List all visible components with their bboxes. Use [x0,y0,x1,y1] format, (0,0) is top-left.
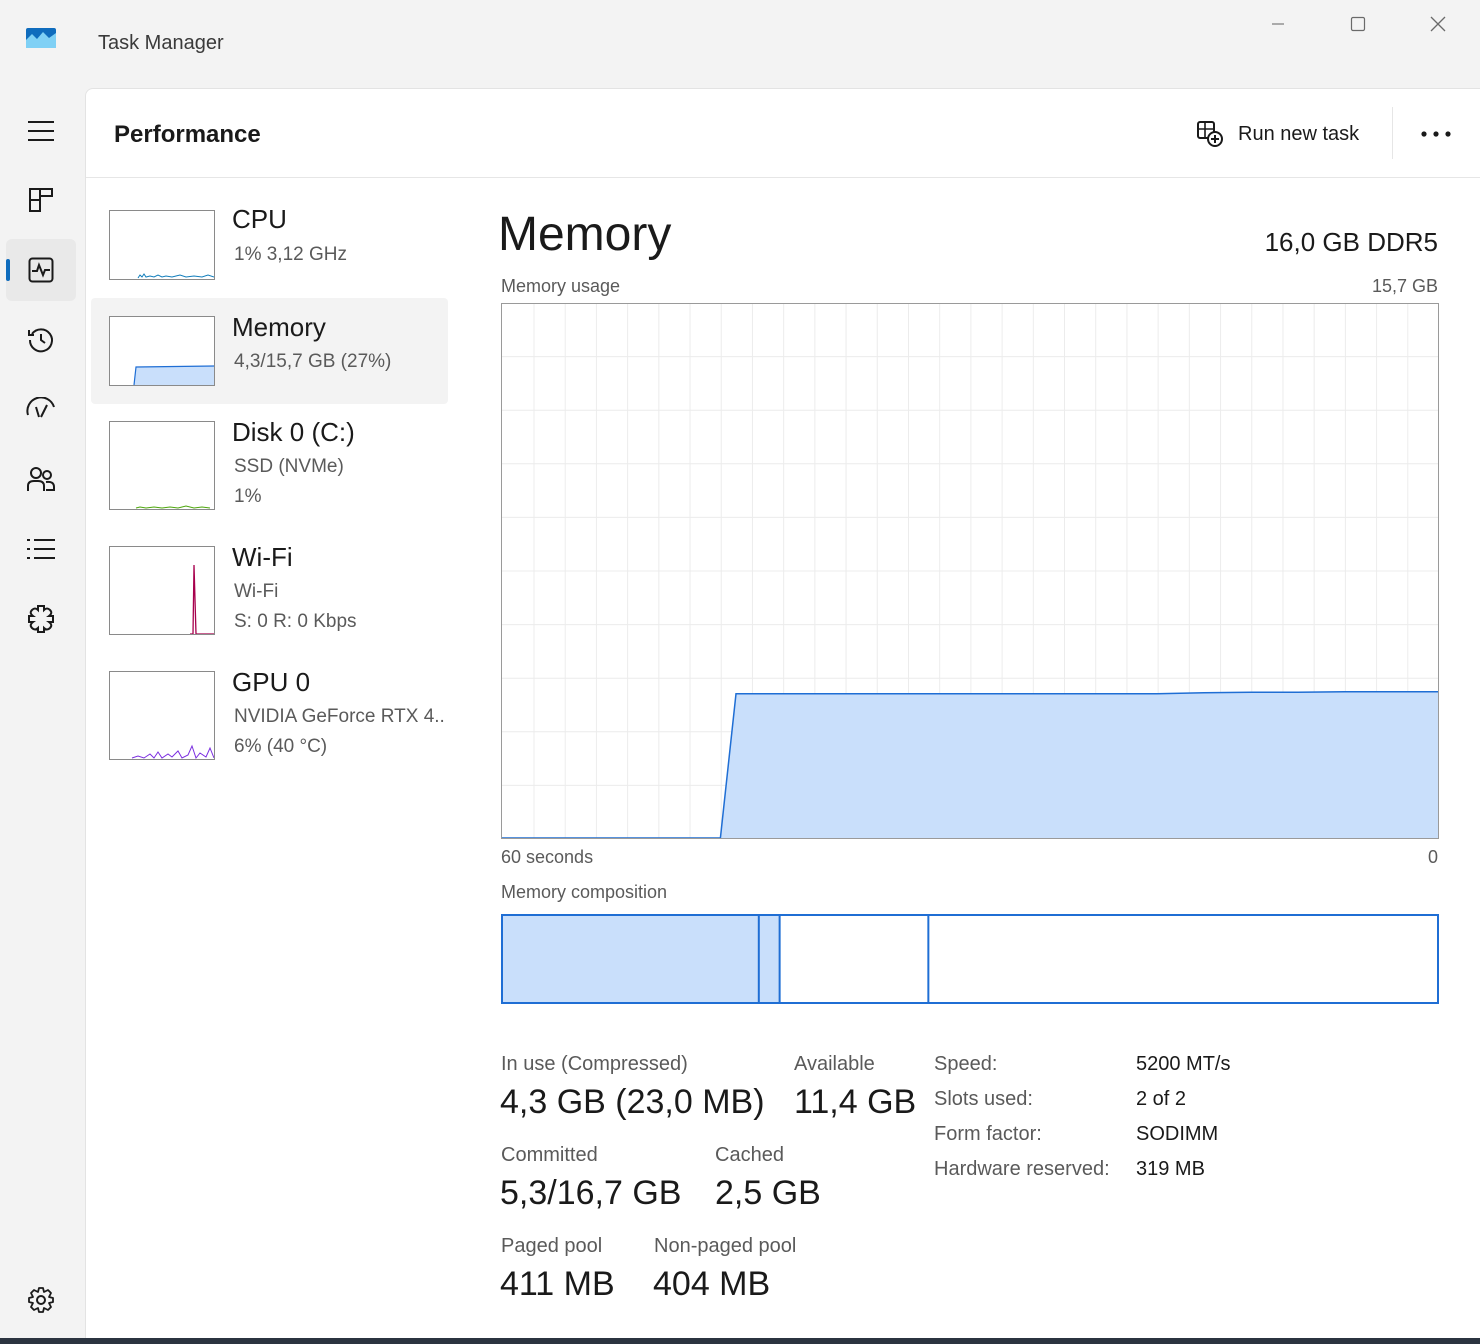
performance-icon [28,257,54,283]
navigation-rail [0,88,84,1344]
desktop-background-strip [0,1338,1480,1344]
maximize-icon [1350,16,1366,32]
spec-speed-value: 5200 MT/s [1136,1053,1231,1075]
resource-name: CPU [232,204,287,234]
resource-detail-secondary: 6% (40 °C) [234,736,328,757]
spec-speed-label: Speed: [934,1053,998,1075]
paged-pool-value: 411 MB [500,1265,615,1303]
committed-label: Committed [501,1144,598,1166]
nav-app-history-button[interactable] [6,309,76,371]
memory-thumbnail-graph [109,316,215,386]
more-icon [1421,131,1451,137]
memory-usage-label: Memory usage [501,276,621,296]
resource-detail: 4,3/15,7 GB (27%) [234,351,392,372]
resource-item-disk[interactable]: Disk 0 (C:) SSD (NVMe) 1% [91,404,448,510]
cpu-thumbnail-graph [109,210,215,280]
resource-item-cpu[interactable]: CPU 1% 3,12 GHz [91,192,448,298]
minimize-icon [1272,23,1284,25]
composition-free-segment [928,916,1437,1002]
resource-name: Memory [232,312,326,342]
non-paged-pool-label: Non-paged pool [654,1235,797,1257]
memory-usage-max: 15,7 GB [1371,276,1438,296]
nav-processes-button[interactable] [6,169,76,231]
spec-form-factor-label: Form factor: [934,1123,1042,1145]
memory-composition-label: Memory composition [501,882,668,902]
available-label: Available [794,1053,875,1075]
resource-item-memory[interactable]: Memory 4,3/15,7 GB (27%) [91,298,448,404]
nav-startup-button[interactable] [6,378,76,440]
gear-icon [28,1287,54,1313]
composition-in-use-segment [503,916,759,1002]
committed-value: 5,3/16,7 GB [500,1174,682,1212]
memory-type: 16,0 GB DDR5 [1264,227,1438,257]
spec-hardware-reserved-label: Hardware reserved: [934,1158,1110,1180]
spec-slots-value: 2 of 2 [1136,1088,1187,1110]
resource-item-wifi[interactable]: Wi-Fi Wi-Fi S: 0 R: 0 Kbps [91,530,448,636]
cached-value: 2,5 GB [715,1174,821,1212]
resource-detail: 1% 3,12 GHz [234,244,347,265]
run-new-task-button[interactable]: Run new task [1196,115,1359,153]
resource-detail: NVIDIA GeForce RTX 4.. [234,706,445,727]
run-new-task-icon [1197,121,1223,147]
nav-services-button[interactable] [6,588,76,650]
window-title: Task Manager [98,32,224,54]
nav-hamburger-button[interactable] [6,100,76,162]
spec-slots-label: Slots used: [934,1088,1033,1110]
page-title: Performance [114,121,261,148]
non-paged-pool-value: 404 MB [653,1265,771,1303]
resource-item-gpu[interactable]: GPU 0 NVIDIA GeForce RTX 4.. 6% (40 °C) [91,655,448,761]
close-button[interactable] [1408,8,1468,40]
composition-standby-segment [779,916,929,1002]
nav-users-button[interactable] [6,448,76,510]
main-panel: Performance Run new task CPU 1% 3,12 GHz… [85,88,1480,1344]
memory-usage-chart [501,303,1439,839]
nav-settings-button[interactable] [6,1269,76,1331]
available-value: 11,4 GB [794,1083,917,1121]
in-use-label: In use (Compressed) [501,1053,688,1075]
memory-composition-bar [501,914,1439,1004]
in-use-value: 4,3 GB (23,0 MB) [500,1083,765,1121]
resource-detail: Wi-Fi [234,581,279,602]
users-icon [27,467,55,491]
spec-hardware-reserved-value: 319 MB [1136,1158,1205,1180]
resource-detail: SSD (NVMe) [234,456,344,477]
run-new-task-label: Run new task [1238,122,1360,145]
composition-modified-segment [758,916,780,1002]
cached-label: Cached [715,1144,784,1166]
detail-title: Memory [498,208,672,261]
title-bar: Task Manager [0,0,1480,88]
resource-detail-secondary: 1% [234,486,262,507]
nav-details-button[interactable] [6,518,76,580]
resource-name: Wi-Fi [232,542,293,572]
task-manager-app-icon [26,28,56,48]
gpu-thumbnail-graph [109,671,215,760]
details-icon [27,539,55,559]
history-icon [28,328,53,353]
wifi-thumbnail-graph [109,546,215,635]
nav-performance-button[interactable] [6,239,76,301]
disk-thumbnail-graph [109,421,215,510]
minimize-button[interactable] [1248,8,1308,40]
paged-pool-label: Paged pool [501,1235,603,1257]
time-axis-end: 0 [1427,847,1438,867]
header-separator [1392,107,1393,159]
resource-name: GPU 0 [232,667,311,697]
maximize-button[interactable] [1328,8,1388,40]
hamburger-icon [28,121,54,141]
startup-icon [26,397,55,418]
spec-form-factor-value: SODIMM [1136,1123,1219,1145]
resource-detail-secondary: S: 0 R: 0 Kbps [234,611,357,632]
page-header: Performance Run new task [86,89,1480,178]
more-options-button[interactable] [1416,119,1456,149]
services-icon [28,605,54,633]
time-axis-start: 60 seconds [501,847,594,867]
processes-icon [29,188,53,212]
resource-name: Disk 0 (C:) [232,417,355,447]
close-icon [1430,16,1446,32]
